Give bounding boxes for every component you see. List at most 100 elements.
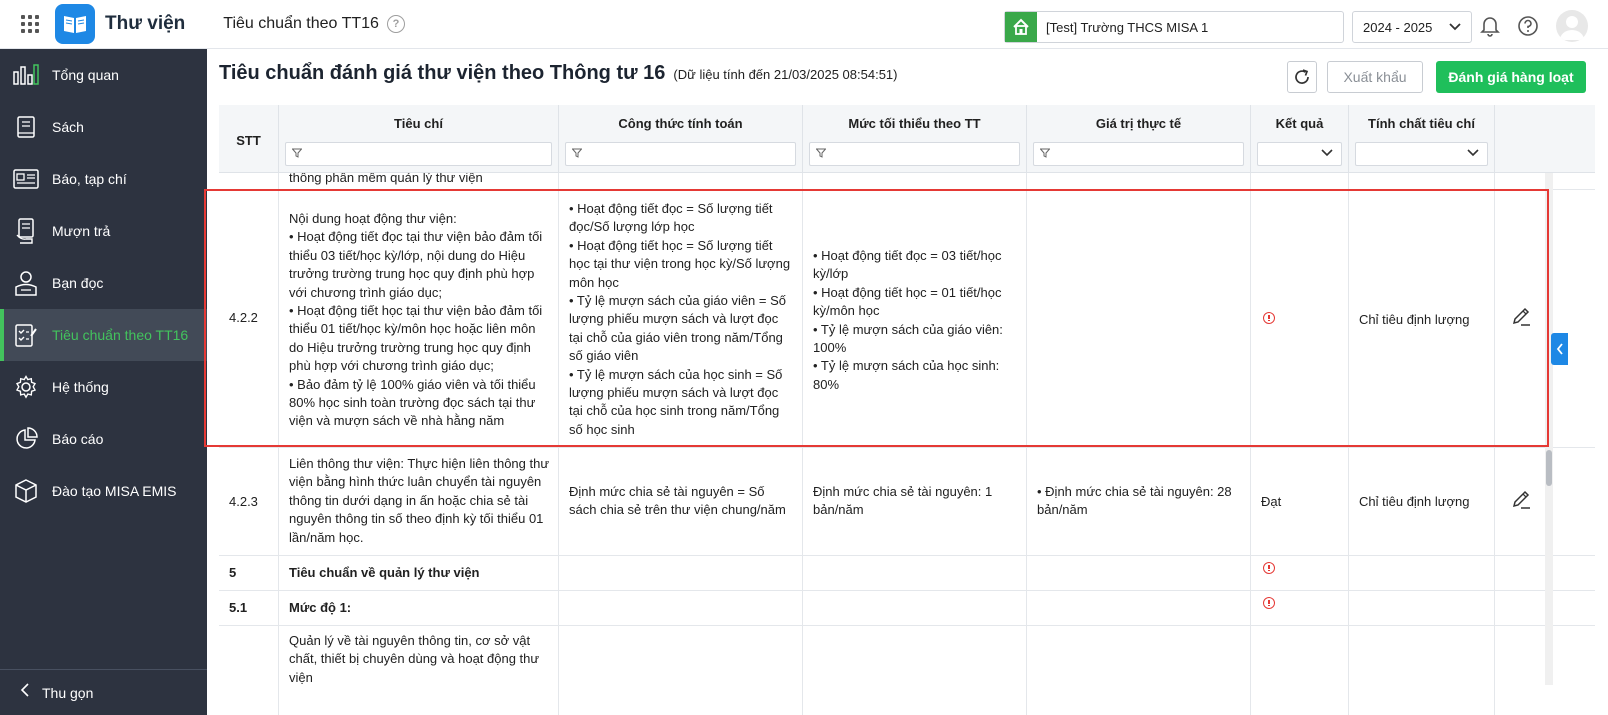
sidebar-item-label: Báo, tạp chí (52, 171, 127, 187)
result-filter-select[interactable] (1257, 142, 1342, 166)
warning-icon (1263, 562, 1275, 574)
edit-icon[interactable] (1510, 489, 1532, 511)
result-text: Đạt (1261, 494, 1282, 509)
collapse-label: Thu gọn (42, 684, 94, 701)
chevron-down-icon (1321, 149, 1333, 157)
school-name: [Test] Trường THCS MISA 1 (1046, 19, 1209, 35)
refresh-button[interactable] (1287, 61, 1317, 93)
stt-value: 5 (229, 565, 237, 580)
col-stt: STT (219, 105, 279, 173)
criteria-value: Nội dung hoạt động thư viện: • Hoạt động… (289, 211, 543, 429)
col-criteria: Tiêu chí (279, 105, 559, 173)
page-header: Tiêu chuẩn đánh giá thư viện theo Thông … (219, 62, 898, 85)
table-row[interactable]: 4.2.3 Liên thông thư viện: Thực hiện liê… (219, 448, 1595, 556)
column-header: Tính chất tiêu chí (1368, 116, 1475, 131)
filter-icon (292, 148, 302, 158)
vertical-scrollbar[interactable] (1545, 170, 1553, 685)
collapse-sidebar-button[interactable]: Thu gọn (0, 669, 207, 715)
column-header: Tiêu chí (394, 116, 443, 131)
minimum-text: • Hoạt động tiết đọc = 03 tiết/học kỳ/lớ… (813, 248, 1003, 392)
col-nature: Tính chất tiêu chí (1349, 105, 1495, 173)
expand-panel-button[interactable] (1551, 333, 1568, 365)
sidebar-item-reports[interactable]: Báo cáo (0, 413, 207, 465)
sidebar-item-label: Báo cáo (52, 431, 104, 447)
column-header: Công thức tính toán (618, 116, 743, 131)
nature-text: Chỉ tiêu định lượng (1359, 494, 1470, 509)
column-header: Mức tối thiểu theo TT (848, 116, 981, 131)
table-row[interactable]: 4.2.2 Nội dung hoạt động thư viện: • Hoạ… (219, 190, 1595, 448)
sidebar-item-label: Đào tạo MISA EMIS (52, 483, 177, 499)
table-row[interactable]: 5.1 Mức độ 1: (219, 591, 1595, 626)
school-year-value: 2024 - 2025 (1363, 19, 1433, 35)
reader-icon (13, 270, 39, 296)
checklist-icon (13, 322, 39, 348)
warning-icon (1263, 312, 1275, 324)
sidebar-item-label: Bạn đọc (52, 275, 104, 291)
filter-icon (1040, 148, 1050, 158)
page-name: Tiêu chuẩn theo TT16 (223, 15, 379, 32)
bell-icon[interactable] (1478, 14, 1502, 38)
sidebar-item-tt16-standards[interactable]: Tiêu chuẩn theo TT16 (0, 309, 207, 361)
sidebar-item-overview[interactable]: Tổng quan (0, 49, 207, 101)
criteria-text: Tiêu chuẩn về quản lý thư viện (289, 565, 480, 580)
sidebar-item-newspapers[interactable]: Báo, tạp chí (0, 153, 207, 205)
minimum-text: Định mức chia sẻ tài nguyên: 1 bản/năm (813, 484, 993, 518)
criteria-filter-input[interactable] (285, 142, 552, 166)
formula-text: • Hoạt động tiết đọc = Số lượng tiết đọc… (569, 201, 791, 437)
cube-icon (13, 478, 39, 504)
help-icon[interactable]: ? (386, 15, 405, 33)
column-header: STT (236, 133, 261, 148)
criteria-text: Nội dung hoạt động thư viện: • Hoạt động… (289, 210, 550, 431)
edit-icon[interactable] (1510, 306, 1532, 328)
minimum-filter-input[interactable] (809, 142, 1020, 166)
column-header: Kết quả (1275, 116, 1324, 131)
scrollbar-thumb[interactable] (1546, 450, 1552, 486)
gear-icon (13, 374, 39, 400)
sidebar-item-label: Tổng quan (52, 67, 119, 83)
formula-text: Định mức chia sẻ tài nguyên = Số sách ch… (569, 484, 786, 518)
school-icon (1005, 12, 1037, 42)
export-button[interactable]: Xuất khẩu (1327, 61, 1423, 93)
stt-value: 5.1 (229, 600, 248, 615)
refresh-icon (1295, 69, 1309, 84)
sidebar-item-training[interactable]: Đào tạo MISA EMIS (0, 465, 207, 517)
chevron-left-icon (1556, 343, 1563, 355)
nature-filter-select[interactable] (1355, 142, 1488, 166)
column-header: Giá trị thực tế (1095, 116, 1182, 131)
school-year-select[interactable]: 2024 - 2025 (1352, 11, 1472, 43)
formula-filter-input[interactable] (565, 142, 796, 166)
nature-text: Chỉ tiêu định lượng (1359, 312, 1470, 327)
table-row[interactable]: Quản lý về tài nguyên thông tin, cơ sở v… (219, 626, 1595, 715)
pie-chart-icon (13, 426, 39, 452)
criteria-text: Liên thông thư viện: Thực hiện liên thôn… (289, 456, 550, 545)
school-selector[interactable]: [Test] Trường THCS MISA 1 (1004, 11, 1344, 43)
borrow-icon (13, 218, 39, 244)
col-result: Kết quả (1251, 105, 1349, 173)
stt-value: 4.2.3 (229, 494, 258, 509)
table-header: STT Tiêu chí Công thức tính toán Mức tối… (219, 105, 1595, 173)
dashboard-icon (13, 62, 39, 88)
app-title: Thư viện (105, 13, 186, 34)
help-circle-icon[interactable] (1516, 14, 1540, 38)
apps-grid-icon[interactable] (21, 15, 39, 33)
filter-icon (572, 148, 582, 158)
sidebar-item-label: Sách (52, 119, 84, 135)
actual-text: • Định mức chia sẻ tài nguyên: 28 bản/nă… (1037, 484, 1232, 518)
newspaper-icon (13, 166, 39, 192)
sidebar-item-readers[interactable]: Bạn đọc (0, 257, 207, 309)
warning-icon (1263, 597, 1275, 609)
col-minimum: Mức tối thiểu theo TT (803, 105, 1027, 173)
criteria-table: STT Tiêu chí Công thức tính toán Mức tối… (219, 105, 1595, 715)
avatar[interactable] (1556, 10, 1588, 42)
chevron-down-icon (1449, 23, 1461, 31)
sidebar: Tổng quan Sách Báo, tạp chí Mượn trả Bạn… (0, 49, 207, 715)
table-row[interactable]: 5 Tiêu chuẩn về quản lý thư viện (219, 556, 1595, 591)
top-bar: Thư viện Tiêu chuẩn theo TT16 ? [Test] T… (0, 0, 1608, 49)
actual-filter-input[interactable] (1033, 142, 1244, 166)
batch-evaluate-button[interactable]: Đánh giá hàng loạt (1436, 61, 1586, 93)
sidebar-item-books[interactable]: Sách (0, 101, 207, 153)
data-timestamp: (Dữ liệu tính đến 21/03/2025 08:54:51) (673, 67, 898, 82)
sidebar-item-system[interactable]: Hệ thống (0, 361, 207, 413)
library-logo-icon (55, 4, 95, 44)
sidebar-item-borrow-return[interactable]: Mượn trả (0, 205, 207, 257)
